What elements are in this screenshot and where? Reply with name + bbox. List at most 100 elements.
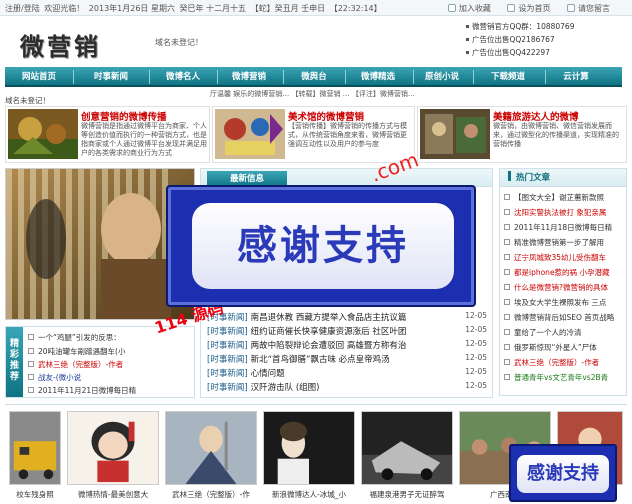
featured-article[interactable]: 创意营销的微博传播 微博营销是指通过微博平台为商家、个人等创造价值而执行的一种营… (5, 106, 210, 163)
hot-article-item[interactable]: 精准微博营销第一步了解用 (504, 237, 624, 249)
hot-article-item[interactable]: 微博营销背后如SEO 首页战略 (504, 312, 624, 324)
gallery-caption[interactable]: 新浪微博达人-冰城_小 (263, 489, 355, 500)
nav-item-weibo-picks[interactable]: 微博精选 (349, 67, 407, 87)
gallery-thumbnail[interactable] (165, 411, 257, 485)
hot-article-link[interactable]: 普通青年vs文艺青年vs2B青 (514, 373, 608, 382)
nav-divider (283, 70, 284, 84)
featured-thumbnail[interactable] (420, 109, 490, 159)
news-category[interactable]: [时事新闻] (207, 383, 248, 393)
news-row[interactable]: [时事新闻] 两故中陷裂辩论会遭驳回 高雄暨方称有治 12-05 (207, 339, 487, 352)
recommended-link[interactable]: 一个“鸡腿”引发的反思： (38, 333, 121, 342)
recommended-link[interactable]: 战友-(微小说 (38, 373, 81, 382)
hot-article-link[interactable]: 俄罗斯惊现“外星人”尸体 (514, 343, 597, 352)
bullet-icon (504, 359, 510, 365)
hot-article-item[interactable]: 武林三绝（完整版）-作者 (504, 357, 624, 369)
news-date: 12-05 (465, 367, 487, 376)
gallery-thumbnail[interactable] (361, 411, 453, 485)
news-title[interactable]: 纽约证商催长快享健康资源涨后 社区叶团 (251, 327, 407, 337)
hot-article-item[interactable]: 埃及女大学生裸照发布 三点 (504, 297, 624, 309)
nav-item-weibo-marketing[interactable]: 微博营销 (221, 67, 277, 87)
news-category[interactable]: [时事新闻] (207, 327, 248, 337)
add-favorite-link[interactable]: 加入收藏 (447, 4, 491, 13)
news-title[interactable]: 汉阡游击队 (组图) (251, 383, 320, 393)
recommended-link[interactable]: 20吨油罐车剐蹭遇翻车(小 (38, 347, 125, 356)
featured-title[interactable]: 创意营销的微博传播 (81, 109, 207, 123)
news-category[interactable]: [时事新闻] (207, 369, 248, 379)
recommended-link[interactable]: 2011年11月21日微博每日精 (38, 386, 136, 395)
login-register-link[interactable]: 注册/登陆 (5, 4, 40, 13)
hot-article-item[interactable]: 辽宁凤城致35幼儿受伤翻车 (504, 252, 624, 264)
gallery-caption[interactable]: 校车残身照 (9, 489, 61, 500)
hot-article-item[interactable]: 【图文大全】谢芷蕙新款照 (504, 192, 624, 204)
news-row[interactable]: [时事新闻] 心情问题 12-05 (207, 367, 487, 380)
welcome-text: 欢迎光临！ (44, 4, 85, 13)
gallery-caption[interactable]: 武林三绝（完整版）-作 (165, 489, 257, 500)
hot-article-item[interactable]: 普通青年vs文艺青年vs2B青 (504, 372, 624, 384)
gallery-item[interactable]: 校车残身照 (9, 411, 61, 501)
recommended-item[interactable]: 2011年11月21日微博每日精 (28, 385, 193, 397)
hot-article-link[interactable]: 微博营销背后如SEO 首页战略 (514, 313, 614, 322)
news-category[interactable]: [时事新闻] (207, 355, 248, 365)
bullet-icon (504, 374, 510, 380)
site-logo[interactable]: 微营销 (20, 27, 101, 62)
recommended-item[interactable]: 武林三绝（完整版）-作者 (28, 359, 193, 371)
news-title[interactable]: 南昌退休教 西藏方提举入食品店主抗议篇 (251, 313, 407, 323)
hot-article-link[interactable]: 精准微博营销第一步了解用 (514, 238, 604, 247)
gallery-item[interactable]: 武林三绝（完整版）-作 (165, 411, 257, 501)
hot-article-link[interactable]: 什么是微营销?微营销的具体 (514, 283, 608, 292)
news-row[interactable]: [时事新闻] 纽约证商催长快享健康资源涨后 社区叶团 12-05 (207, 325, 487, 338)
nav-item-downloads[interactable]: 下载频道 (477, 67, 539, 87)
news-date: 12-05 (465, 325, 487, 334)
hot-article-link[interactable]: 都是iphone惹的祸 小孕潜藏 (514, 268, 609, 277)
news-category[interactable]: [时事新闻] (207, 341, 248, 351)
news-row[interactable]: [时事新闻] 汉阡游击队 (组图) 12-05 (207, 381, 487, 394)
featured-thumbnail[interactable] (8, 109, 78, 159)
hot-article-item[interactable]: 都是iphone惹的祸 小孕潜藏 (504, 267, 624, 279)
gallery-item[interactable]: 新浪微博达人-冰城_小 (263, 411, 355, 501)
recommended-item[interactable]: 战友-(微小说 (28, 372, 193, 384)
gallery-thumbnail[interactable] (9, 411, 61, 485)
recommended-item[interactable]: 20吨油罐车剐蹭遇翻车(小 (28, 346, 193, 358)
hot-article-link[interactable]: 沈阳实警执法被打 象犯亲属 (514, 208, 606, 217)
hot-article-link[interactable]: 2011年11月18日微博每日精 (514, 223, 612, 232)
nav-item-fiction[interactable]: 原创小说 (417, 67, 467, 87)
gallery-item[interactable]: 微博热情-最美创意大 (67, 411, 159, 501)
featured-thumbnail[interactable] (215, 109, 285, 159)
news-title[interactable]: 新北“首鸟御膳”飘古味 必点皇帝鸡汤 (251, 355, 390, 365)
date-text: 2013年1月26日 星期六 (88, 4, 175, 13)
hot-article-link[interactable]: 【图文大全】谢芷蕙新款照 (514, 193, 604, 202)
gallery-caption[interactable]: 福建泉港男子无证醉驾 (361, 489, 453, 500)
hot-article-link[interactable]: 武林三绝（完整版）-作者 (514, 358, 599, 367)
news-title[interactable]: 两故中陷裂辩论会遭驳回 高雄暨方称有治 (251, 341, 407, 351)
gallery-thumbnail[interactable] (67, 411, 159, 485)
set-home-link[interactable]: 设为首页 (507, 4, 550, 13)
hot-article-link[interactable]: 辽宁凤城致35幼儿受伤翻车 (514, 253, 606, 262)
featured-title[interactable]: 美术馆的微博营销 (288, 109, 412, 123)
header-bar-icon (508, 171, 511, 181)
news-row[interactable]: [时事新闻] 新北“首鸟御膳”飘古味 必点皇帝鸡汤 12-05 (207, 353, 487, 366)
hot-article-item[interactable]: 2011年11月18日微博每日精 (504, 222, 624, 234)
leave-message-link[interactable]: 请您留言 (567, 4, 610, 13)
recommended-link[interactable]: 武林三绝（完整版）-作者 (38, 360, 123, 369)
gallery-thumbnail[interactable] (263, 411, 355, 485)
hot-article-link[interactable]: 童给了一个人的冷清 (514, 328, 582, 337)
nav-item-micro-stage[interactable]: 微舆台 (289, 67, 339, 87)
hot-article-item[interactable]: 童给了一个人的冷清 (504, 327, 624, 339)
hot-article-link[interactable]: 埃及女大学生裸照发布 三点 (514, 298, 606, 307)
hot-article-item[interactable]: 什么是微营销?微营销的具体 (504, 282, 624, 294)
thanks-banner-text: 感谢支持 (517, 455, 609, 493)
headline-ticker[interactable]: 厅温馨 娱乐的微博营销… 【转载】微营销 … 【评注】微博营销… (210, 89, 510, 99)
nav-item-news[interactable]: 时事新闻 (79, 67, 143, 87)
nav-item-celebrities[interactable]: 微博名人 (155, 67, 211, 87)
hot-article-item[interactable]: 沈阳实警执法被打 象犯亲属 (504, 207, 624, 219)
gallery-item[interactable]: 福建泉港男子无证醉驾 (361, 411, 453, 501)
nav-item-cloud[interactable]: 云计算 (551, 67, 601, 87)
nav-item-home[interactable]: 网站首页 (11, 67, 67, 87)
featured-title[interactable]: 美籍旅游达人的微博 (493, 109, 624, 123)
hot-article-item[interactable]: 俄罗斯惊现“外星人”尸体 (504, 342, 624, 354)
featured-article[interactable]: 美籍旅游达人的微博 微营销，由微博营销、微信营销发展而来，通过微型化的传播渠道，… (417, 106, 627, 163)
news-title[interactable]: 心情问题 (251, 369, 285, 379)
featured-article[interactable]: 美术馆的微博营销 【营销传播】微博营销的传播方式与模式，从传统营销角度来看，微博… (212, 106, 415, 163)
news-date: 12-05 (465, 353, 487, 362)
gallery-caption[interactable]: 微博热情-最美创意大 (67, 489, 159, 500)
